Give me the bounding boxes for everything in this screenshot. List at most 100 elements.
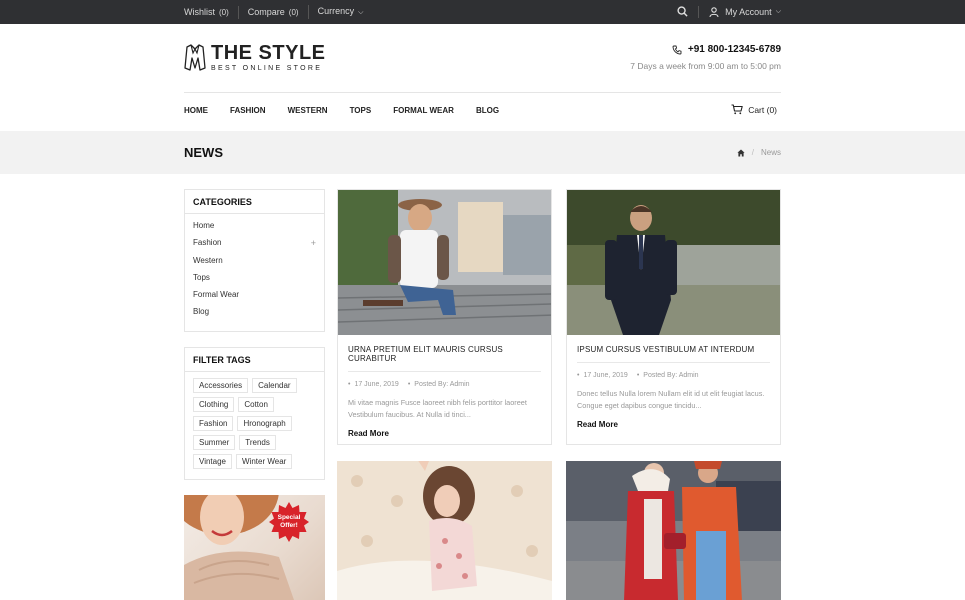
read-more-link[interactable]: Read More xyxy=(348,429,541,438)
logo[interactable]: THE STYLE BEST ONLINE STORE xyxy=(184,43,326,72)
tag-fashion[interactable]: Fashion xyxy=(193,416,234,431)
filter-tags-title: FILTER TAGS xyxy=(185,348,324,372)
badge-line-2: Offer! xyxy=(280,522,298,529)
post-author: Posted By: Admin xyxy=(643,372,699,379)
bullet-icon: • xyxy=(636,372,640,379)
post-image[interactable] xyxy=(338,190,551,335)
post-meta: • 17 June, 2019 • Posted By: Admin xyxy=(577,372,770,379)
user-icon xyxy=(709,7,719,17)
divider xyxy=(698,6,700,18)
account-dropdown[interactable]: My Account ⌵ xyxy=(709,7,781,17)
post-title[interactable]: IPSUM CURSUS VESTIBULUM AT INTERDUM xyxy=(577,345,770,363)
category-label: Tops xyxy=(193,272,210,282)
bullet-icon: • xyxy=(407,381,411,388)
category-item-blog[interactable]: Blog xyxy=(193,307,316,324)
category-list: Home Fashion + Western Tops Formal Wear B… xyxy=(185,214,324,329)
post-meta: • 17 June, 2019 • Posted By: Admin xyxy=(348,381,541,388)
tag-calendar[interactable]: Calendar xyxy=(252,378,297,393)
currency-dropdown[interactable]: Currency ⌵ xyxy=(307,5,373,19)
badge-line-1: Special xyxy=(277,514,301,521)
cart-label: Cart (0) xyxy=(748,104,777,115)
phone-icon xyxy=(672,45,682,55)
post-date: 17 June, 2019 xyxy=(583,372,628,379)
phone-line: +91 800-12345-6789 xyxy=(630,44,781,55)
post-image[interactable] xyxy=(337,461,552,600)
chevron-down-icon: ⌵ xyxy=(775,8,781,15)
category-item-formal-wear[interactable]: Formal Wear xyxy=(193,290,316,307)
tag-accessories[interactable]: Accessories xyxy=(193,378,249,393)
breadcrumb-separator: / xyxy=(751,148,754,157)
currency-label: Currency xyxy=(317,6,355,16)
opening-hours: 7 Days a week from 9:00 am to 5:00 pm xyxy=(630,61,781,71)
category-item-home[interactable]: Home xyxy=(193,221,316,238)
blog-post-card: IPSUM CURSUS VESTIBULUM AT INTERDUM • 17… xyxy=(566,189,781,445)
wishlist-label: Wishlist xyxy=(184,6,215,17)
plus-icon[interactable]: + xyxy=(311,238,316,255)
post-excerpt: Mi vitae magnis Fusce laoreet nibh felis… xyxy=(348,398,527,419)
read-more-link[interactable]: Read More xyxy=(577,420,770,429)
breadcrumb-current: News xyxy=(760,148,781,157)
contact-info: +91 800-12345-6789 7 Days a week from 9:… xyxy=(630,44,781,71)
top-bar: Wishlist (0) Compare (0) Currency ⌵ My Acco… xyxy=(0,0,965,24)
bullet-icon: • xyxy=(577,372,580,379)
categories-title: CATEGORIES xyxy=(185,190,324,214)
cart-icon xyxy=(731,104,743,115)
header-divider xyxy=(184,92,781,93)
wishlist-count: (0) xyxy=(219,7,229,17)
category-label: Fashion xyxy=(193,238,222,248)
compare-count: (0) xyxy=(288,7,299,17)
category-label: Western xyxy=(193,255,223,265)
post-excerpt: Donec tellus Nulla lorem Nullam elit id … xyxy=(577,389,765,410)
category-label: Blog xyxy=(193,307,210,317)
search-icon[interactable] xyxy=(677,5,688,19)
page-title: NEWS xyxy=(184,145,223,160)
nav-item-tops[interactable]: TOPS xyxy=(350,106,372,115)
bullet-icon: • xyxy=(348,381,351,388)
category-item-tops[interactable]: Tops xyxy=(193,273,316,290)
post-body: URNA PRETIUM ELIT MAURIS CURSUS CURABITU… xyxy=(338,335,551,450)
home-icon[interactable] xyxy=(737,149,745,157)
nav-item-formal-wear[interactable]: FORMAL WEAR xyxy=(393,106,454,115)
tag-summer[interactable]: Summer xyxy=(193,435,236,450)
phone-number[interactable]: +91 800-12345-6789 xyxy=(688,44,781,55)
compare-link[interactable]: Compare (0) xyxy=(237,5,308,19)
top-links: Wishlist (0) Compare (0) Currency ⌵ xyxy=(184,0,372,24)
special-offer-badge: Special Offer! xyxy=(268,501,310,543)
tag-clothing[interactable]: Clothing xyxy=(193,397,235,412)
logo-subtitle: BEST ONLINE STORE xyxy=(211,65,323,72)
post-date: 17 June, 2019 xyxy=(354,381,399,388)
post-image[interactable] xyxy=(566,461,781,600)
promo-banner[interactable]: Special Offer! xyxy=(184,495,325,600)
category-label: Formal Wear xyxy=(193,290,240,300)
logo-text: THE STYLE BEST ONLINE STORE xyxy=(211,43,326,72)
post-title[interactable]: URNA PRETIUM ELIT MAURIS CURSUS CURABITU… xyxy=(348,345,541,372)
nav-item-home[interactable]: HOME xyxy=(184,106,208,115)
account-label: My Account xyxy=(725,7,772,17)
tag-cloud: Accessories Calendar Clothing Cotton Fas… xyxy=(185,372,324,477)
categories-widget: CATEGORIES Home Fashion + Western Tops Fo… xyxy=(184,189,325,332)
category-item-western[interactable]: Western xyxy=(193,256,316,273)
breadcrumb: / News xyxy=(737,148,781,157)
tag-trends[interactable]: Trends xyxy=(239,435,276,450)
blog-post-card: URNA PRETIUM ELIT MAURIS CURSUS CURABITU… xyxy=(337,189,552,445)
filter-tags-widget: FILTER TAGS Accessories Calendar Clothin… xyxy=(184,347,325,480)
post-body: IPSUM CURSUS VESTIBULUM AT INTERDUM • 17… xyxy=(567,335,780,441)
post-image[interactable] xyxy=(567,190,780,335)
main-nav: HOME FASHION WESTERN TOPS FORMAL WEAR BL… xyxy=(184,106,521,115)
nav-item-fashion[interactable]: FASHION xyxy=(230,106,266,115)
post-author: Posted By: Admin xyxy=(414,381,470,388)
wishlist-link[interactable]: Wishlist (0) xyxy=(184,6,238,19)
page-title-band: NEWS / News xyxy=(0,131,965,174)
tag-vintage[interactable]: Vintage xyxy=(193,454,232,469)
tag-winter-wear[interactable]: Winter Wear xyxy=(236,454,293,469)
category-item-fashion[interactable]: Fashion + xyxy=(193,238,316,255)
logo-title: THE STYLE xyxy=(211,42,326,64)
nav-item-blog[interactable]: BLOG xyxy=(476,106,499,115)
tag-cotton[interactable]: Cotton xyxy=(238,397,274,412)
chevron-down-icon: ⌵ xyxy=(358,9,364,16)
cart-button[interactable]: Cart (0) xyxy=(731,104,777,115)
coat-icon xyxy=(184,44,206,71)
nav-item-western[interactable]: WESTERN xyxy=(288,106,328,115)
compare-label: Compare xyxy=(247,6,285,17)
tag-hronograph[interactable]: Hronograph xyxy=(237,416,292,431)
